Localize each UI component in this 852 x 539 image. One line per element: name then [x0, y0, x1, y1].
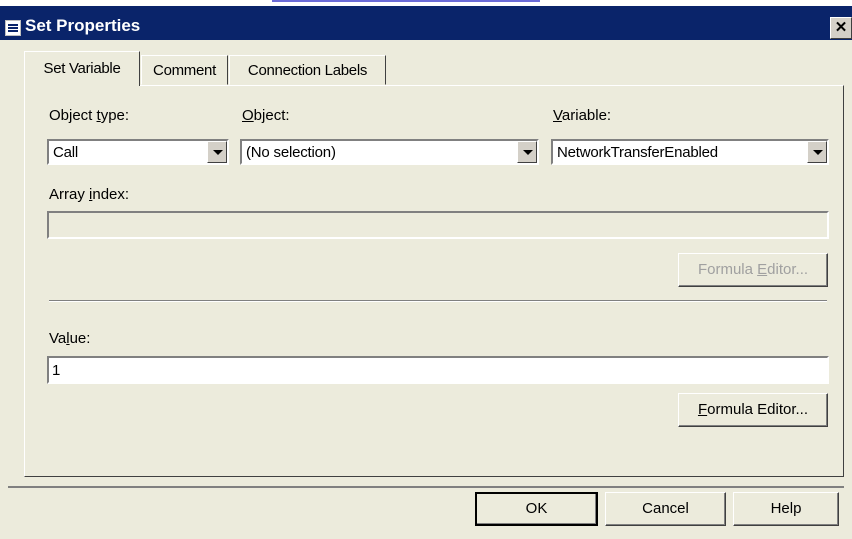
system-menu-icon[interactable] — [5, 20, 21, 36]
object-select[interactable]: (No selection) — [240, 139, 539, 165]
value-label: Value: — [49, 330, 91, 347]
value-text: 1 — [52, 362, 61, 379]
close-icon: ✕ — [834, 19, 848, 36]
close-button[interactable]: ✕ — [830, 17, 852, 39]
variable-value: NetworkTransferEnabled — [557, 144, 718, 161]
object-value: (No selection) — [246, 144, 336, 161]
array-index-label: Array index: — [49, 186, 130, 203]
variable-select[interactable]: NetworkTransferEnabled — [551, 139, 829, 165]
top-accent-line — [272, 0, 540, 2]
value-input[interactable]: 1 — [47, 356, 829, 384]
tab-set-variable[interactable]: Set Variable — [24, 51, 140, 86]
chevron-down-icon[interactable] — [517, 141, 537, 163]
tab-label: Connection Labels — [247, 62, 368, 79]
object-type-select[interactable]: Call — [47, 139, 229, 165]
window-title: Set Properties — [25, 16, 141, 35]
object-label: Object: — [242, 107, 290, 124]
array-index-field[interactable] — [47, 211, 829, 239]
tab-label: Comment — [153, 62, 216, 79]
tab-connection-labels[interactable]: Connection Labels — [229, 55, 386, 85]
help-button[interactable]: Help — [733, 492, 839, 526]
dialog-divider — [8, 486, 844, 488]
formula-editor-button[interactable]: Formula Editor... — [678, 393, 828, 427]
cancel-button[interactable]: Cancel — [605, 492, 726, 526]
object-type-label: Object type: — [49, 107, 130, 124]
variable-label: Variable: — [553, 107, 612, 124]
chevron-down-icon[interactable] — [807, 141, 827, 163]
tab-comment[interactable]: Comment — [141, 55, 228, 85]
ok-button[interactable]: OK — [475, 492, 598, 526]
object-type-value: Call — [53, 144, 79, 161]
formula-editor-button-disabled[interactable]: Formula Editor... — [678, 253, 828, 287]
chevron-down-icon[interactable] — [207, 141, 227, 163]
tab-label: Set Variable — [43, 60, 121, 77]
title-bar[interactable]: Set Properties ✕ — [0, 6, 852, 40]
separator — [49, 300, 827, 302]
